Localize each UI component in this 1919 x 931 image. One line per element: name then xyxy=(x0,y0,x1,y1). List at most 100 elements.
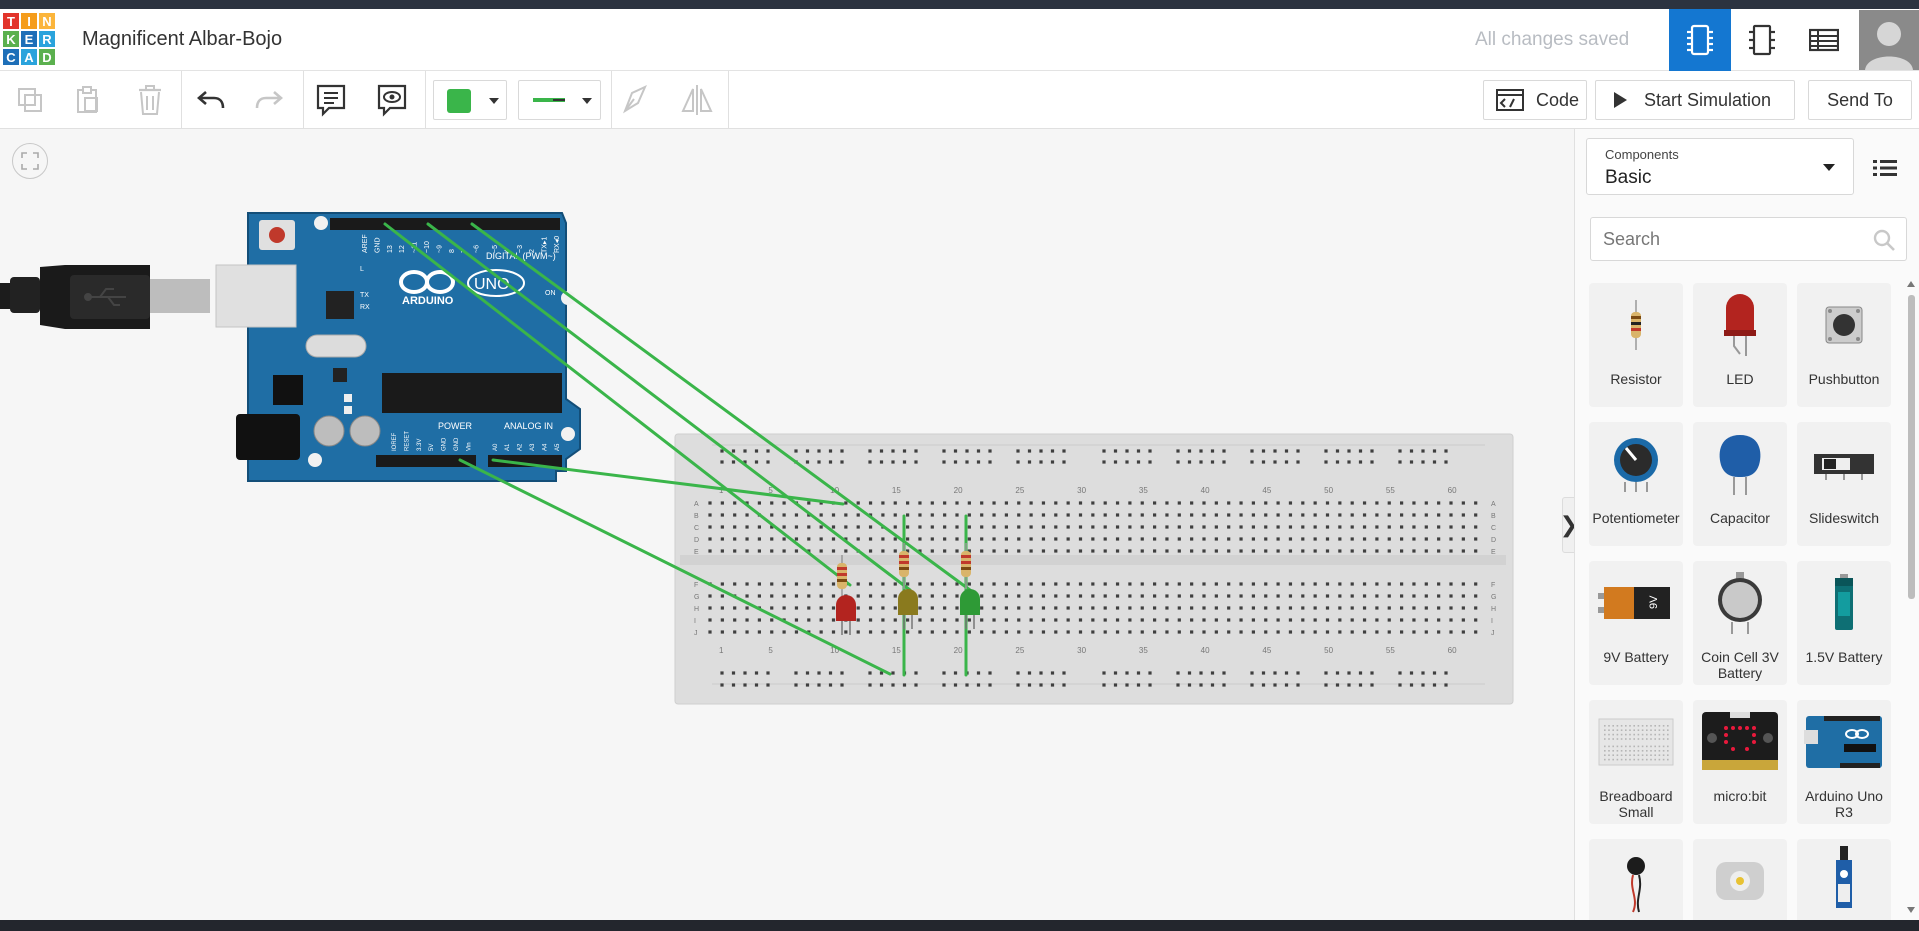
breadboard-hole[interactable] xyxy=(831,549,836,553)
breadboard-hole[interactable] xyxy=(720,594,724,598)
breadboard-hole[interactable] xyxy=(1091,525,1095,529)
breadboard-hole[interactable] xyxy=(1370,460,1374,464)
breadboard-hole[interactable] xyxy=(1004,594,1008,598)
breadboard-hole[interactable] xyxy=(1461,582,1465,586)
breadboard-hole[interactable] xyxy=(893,606,897,610)
breadboard-hole[interactable] xyxy=(1153,537,1157,541)
breadboard-hole[interactable] xyxy=(980,513,984,517)
breadboard-hole[interactable] xyxy=(1165,549,1169,553)
breadboard-hole[interactable] xyxy=(1313,513,1317,517)
visibility-button[interactable] xyxy=(370,79,414,121)
breadboard-hole[interactable] xyxy=(1251,582,1255,586)
wire-color-dropdown[interactable] xyxy=(433,80,507,120)
breadboard-hole[interactable] xyxy=(1264,537,1268,541)
breadboard-hole[interactable] xyxy=(1113,449,1118,453)
breadboard-hole[interactable] xyxy=(1250,683,1254,687)
component-tile-potentiometer[interactable]: Potentiometer xyxy=(1589,422,1683,546)
breadboard-hole[interactable] xyxy=(902,449,907,453)
breadboard-hole[interactable] xyxy=(1239,513,1243,517)
breadboard-hole[interactable] xyxy=(1301,513,1305,517)
breadboard-hole[interactable] xyxy=(1153,606,1157,610)
breadboard-hole[interactable] xyxy=(1165,606,1169,610)
breadboard-hole[interactable] xyxy=(733,513,737,517)
breadboard-hole[interactable] xyxy=(955,501,959,505)
breadboard-hole[interactable] xyxy=(1273,683,1277,687)
breadboard-hole[interactable] xyxy=(1066,630,1070,634)
breadboard-hole[interactable] xyxy=(1387,501,1391,505)
breadboard-hole[interactable] xyxy=(868,549,873,553)
breadboard-hole[interactable] xyxy=(856,594,860,598)
breadboard-hole[interactable] xyxy=(881,630,885,634)
breadboard-hole[interactable] xyxy=(1251,606,1255,610)
breadboard-hole[interactable] xyxy=(868,449,872,453)
breadboard-hole[interactable] xyxy=(1177,537,1181,541)
breadboard-hole[interactable] xyxy=(1324,449,1328,453)
breadboard-hole[interactable] xyxy=(1412,501,1416,505)
breadboard-hole[interactable] xyxy=(817,449,821,453)
component-tile-1-5v-battery[interactable]: 1.5V Battery xyxy=(1797,561,1891,685)
breadboard-hole[interactable] xyxy=(731,460,736,464)
breadboard-hole[interactable] xyxy=(1125,683,1129,687)
breadboard-hole[interactable] xyxy=(1214,525,1218,529)
breadboard-hole[interactable] xyxy=(930,606,934,610)
breadboard-hole[interactable] xyxy=(1461,606,1465,610)
breadboard-hole[interactable] xyxy=(1398,460,1402,464)
breadboard-hole[interactable] xyxy=(1444,449,1448,453)
breadboard-hole[interactable] xyxy=(868,582,873,586)
breadboard-hole[interactable] xyxy=(1461,513,1465,517)
breadboard-hole[interactable] xyxy=(930,549,934,553)
breadboard-hole[interactable] xyxy=(1128,501,1132,505)
breadboard-hole[interactable] xyxy=(807,618,811,622)
breadboard-hole[interactable] xyxy=(1370,671,1374,675)
breadboard-hole[interactable] xyxy=(965,683,969,687)
breadboard-hole[interactable] xyxy=(1128,537,1132,541)
breadboard-hole[interactable] xyxy=(1128,594,1132,598)
breadboard-hole[interactable] xyxy=(1449,501,1453,505)
breadboard-hole[interactable] xyxy=(1177,582,1181,586)
breadboard-hole[interactable] xyxy=(708,549,712,553)
breadboard-hole[interactable] xyxy=(720,671,724,675)
breadboard-hole[interactable] xyxy=(1177,594,1181,598)
breadboard-hole[interactable] xyxy=(1128,513,1132,517)
breadboard-hole[interactable] xyxy=(1412,582,1416,586)
breadboard-hole[interactable] xyxy=(1432,683,1437,687)
breadboard-hole[interactable] xyxy=(881,594,885,598)
breadboard-hole[interactable] xyxy=(1187,460,1192,464)
breadboard-hole[interactable] xyxy=(893,537,897,541)
breadboard-hole[interactable] xyxy=(1050,683,1055,687)
breadboard-hole[interactable] xyxy=(1301,594,1305,598)
breadboard-hole[interactable] xyxy=(868,501,873,505)
breadboard-hole[interactable] xyxy=(893,630,897,634)
breadboard-hole[interactable] xyxy=(1276,582,1280,586)
breadboard-hole[interactable] xyxy=(807,582,811,586)
breadboard-hole[interactable] xyxy=(1461,525,1465,529)
breadboard-hole[interactable] xyxy=(1474,630,1478,634)
breadboard-hole[interactable] xyxy=(1190,537,1194,541)
breadboard-hole[interactable] xyxy=(955,630,959,634)
breadboard-hole[interactable] xyxy=(1338,525,1342,529)
breadboard-hole[interactable] xyxy=(1091,537,1095,541)
breadboard-hole[interactable] xyxy=(1140,618,1144,622)
circuit-canvas[interactable]: ARDUINO UNO DIGITAL (PWM~) POWER ANALOG … xyxy=(0,129,1574,920)
breadboard-hole[interactable] xyxy=(1284,683,1289,687)
breadboard-hole[interactable] xyxy=(1165,537,1169,541)
breadboard-hole[interactable] xyxy=(831,513,836,517)
breadboard-hole[interactable] xyxy=(1313,537,1317,541)
breadboard-hole[interactable] xyxy=(1115,618,1120,622)
breadboard-hole[interactable] xyxy=(794,671,798,675)
breadboard-hole[interactable] xyxy=(1177,525,1181,529)
breadboard-hole[interactable] xyxy=(1301,582,1305,586)
breadboard-hole[interactable] xyxy=(881,501,885,505)
breadboard-hole[interactable] xyxy=(1227,594,1231,598)
breadboard-hole[interactable] xyxy=(1301,525,1305,529)
breadboard-hole[interactable] xyxy=(967,513,971,517)
breadboard-hole[interactable] xyxy=(1165,513,1169,517)
breadboard-hole[interactable] xyxy=(1078,501,1083,505)
breadboard-hole[interactable] xyxy=(1301,501,1305,505)
breadboard-hole[interactable] xyxy=(914,449,918,453)
breadboard-hole[interactable] xyxy=(1190,630,1194,634)
breadboard-hole[interactable] xyxy=(1437,525,1441,529)
breadboard-hole[interactable] xyxy=(745,537,749,541)
breadboard-hole[interactable] xyxy=(754,460,759,464)
breadboard-hole[interactable] xyxy=(943,594,947,598)
